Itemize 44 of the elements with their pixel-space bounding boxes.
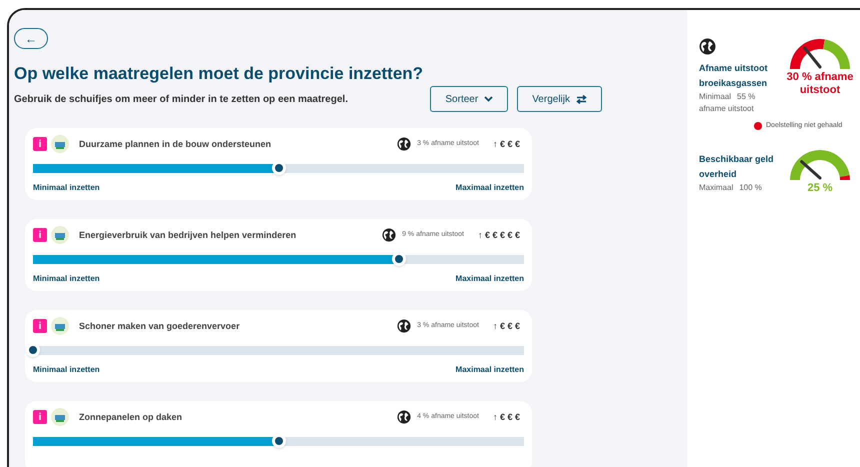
summary-title: Beschikbaar geld overheid (699, 152, 775, 180)
illustration-icon (51, 317, 69, 336)
chevron-down-icon (484, 96, 494, 102)
measure-title: Schoner maken van goederenvervoer (79, 320, 240, 333)
result-value: 30 % afname uitstoot (786, 71, 854, 97)
cost-label: ↑ € € € (492, 138, 520, 150)
illustration-icon (51, 135, 69, 154)
info-icon[interactable]: i (33, 137, 47, 152)
cost-label: ↑ € € € (492, 320, 520, 332)
maximum-label: Maximaal inzetten (456, 182, 524, 194)
info-icon[interactable]: i (33, 319, 47, 334)
maximum-label: Maximaal inzetten (456, 364, 524, 376)
page-subtitle: Gebruik de schuifjes om meer of minder in te zetten op een maatregel. (14, 92, 348, 107)
sort-button[interactable]: Sorteer (430, 86, 508, 112)
warning-icon (754, 122, 762, 130)
globe-icon (397, 410, 412, 424)
minimum-label: Minimaal inzetten (33, 364, 100, 376)
page-title: Op welke maatregelen moet de provincie inzetten? (14, 63, 424, 84)
cost-label: ↑ € € € (492, 410, 520, 424)
measure-title: Zonnepanelen op daken (79, 410, 182, 424)
measure-title: Energieverbruik van bedrijven helpen verminderen (79, 228, 296, 242)
swap-arrows-icon (576, 94, 587, 104)
target-suffix: afname uitstoot (699, 103, 755, 115)
minimum-label: Minimaal inzetten (33, 273, 100, 286)
compare-button[interactable]: Vergelijk (517, 86, 602, 112)
info-icon[interactable]: i (33, 410, 47, 424)
globe-icon (382, 228, 396, 242)
info-icon[interactable]: i (33, 228, 47, 242)
result-value: 25 % (807, 182, 833, 194)
illustration-icon (51, 226, 69, 244)
summary-title: Afname uitstoot broeikasgassen (699, 62, 768, 90)
globe-icon (397, 137, 412, 152)
illustration-icon (51, 408, 69, 426)
globe-icon (699, 38, 716, 55)
target-value: 100 % (739, 182, 762, 194)
cost-label: ↑ € € € € € (478, 228, 520, 242)
globe-icon (397, 319, 412, 334)
back-button[interactable]: ← (14, 28, 48, 49)
measure-title: Duurzame plannen in de bouw ondersteunen (79, 138, 272, 151)
target-label: Minimaal (699, 91, 732, 103)
target-value: 55 % (737, 91, 756, 103)
target-label: Maximaal (699, 182, 734, 194)
maximum-label: Maximaal inzetten (456, 273, 524, 286)
minimum-label: Minimaal inzetten (33, 182, 100, 194)
